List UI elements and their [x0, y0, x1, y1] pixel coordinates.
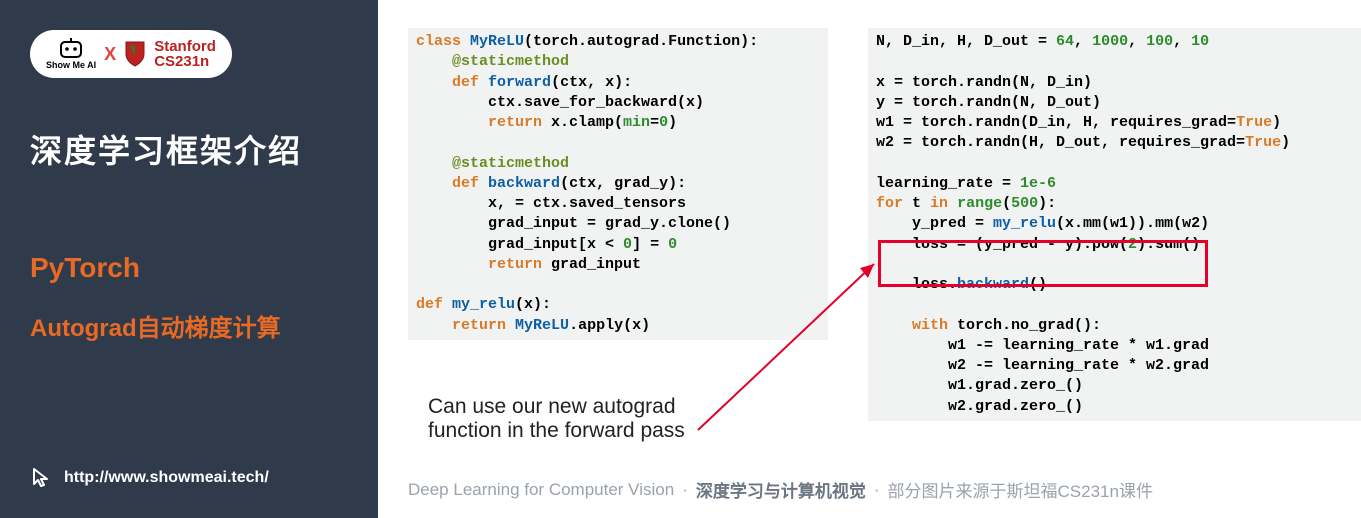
stanford-label: Stanford — [154, 39, 216, 54]
showmeai-text: Show Me AI — [46, 60, 96, 70]
badge: Show Me AI X Stanford CS231n — [30, 30, 232, 78]
sidebar: Show Me AI X Stanford CS231n 深度学习框架介绍 Py… — [0, 0, 378, 518]
caption-line1: Can use our new autograd — [428, 395, 685, 419]
code-block-left: class MyReLU(torch.autograd.Function): @… — [408, 28, 828, 340]
footer-url: http://www.showmeai.tech/ — [64, 469, 269, 487]
badge-x: X — [104, 44, 116, 65]
dot-separator: · — [682, 480, 688, 500]
highlight-box — [878, 240, 1208, 287]
bottom-credits: Deep Learning for Computer Vision · 深度学习… — [408, 477, 1331, 502]
code-block-right: N, D_in, H, D_out = 64, 1000, 100, 10 x … — [868, 28, 1361, 421]
credit-2: 深度学习与计算机视觉 — [696, 477, 866, 502]
dot-separator: · — [874, 480, 880, 500]
credit-3: 部分图片来源于斯坦福CS231n课件 — [888, 477, 1153, 502]
caption: Can use our new autograd function in the… — [428, 395, 685, 443]
showmeai-logo: Show Me AI — [46, 38, 96, 70]
stanford-shield-icon — [124, 40, 146, 68]
cursor-icon — [30, 466, 54, 490]
sidebar-subtitle-autograd: Autograd自动梯度计算 — [30, 308, 348, 343]
robot-icon — [57, 38, 85, 60]
caption-line2: function in the forward pass — [428, 419, 685, 443]
stanford-text: Stanford CS231n — [152, 39, 216, 69]
cs231n-label: CS231n — [154, 54, 216, 69]
main-content: class MyReLU(torch.autograd.Function): @… — [378, 0, 1361, 518]
credit-1: Deep Learning for Computer Vision — [408, 480, 674, 500]
footer-link[interactable]: http://www.showmeai.tech/ — [30, 466, 269, 490]
sidebar-title: 深度学习框架介绍 — [30, 126, 348, 172]
sidebar-subtitle-pytorch: PyTorch — [30, 252, 348, 284]
